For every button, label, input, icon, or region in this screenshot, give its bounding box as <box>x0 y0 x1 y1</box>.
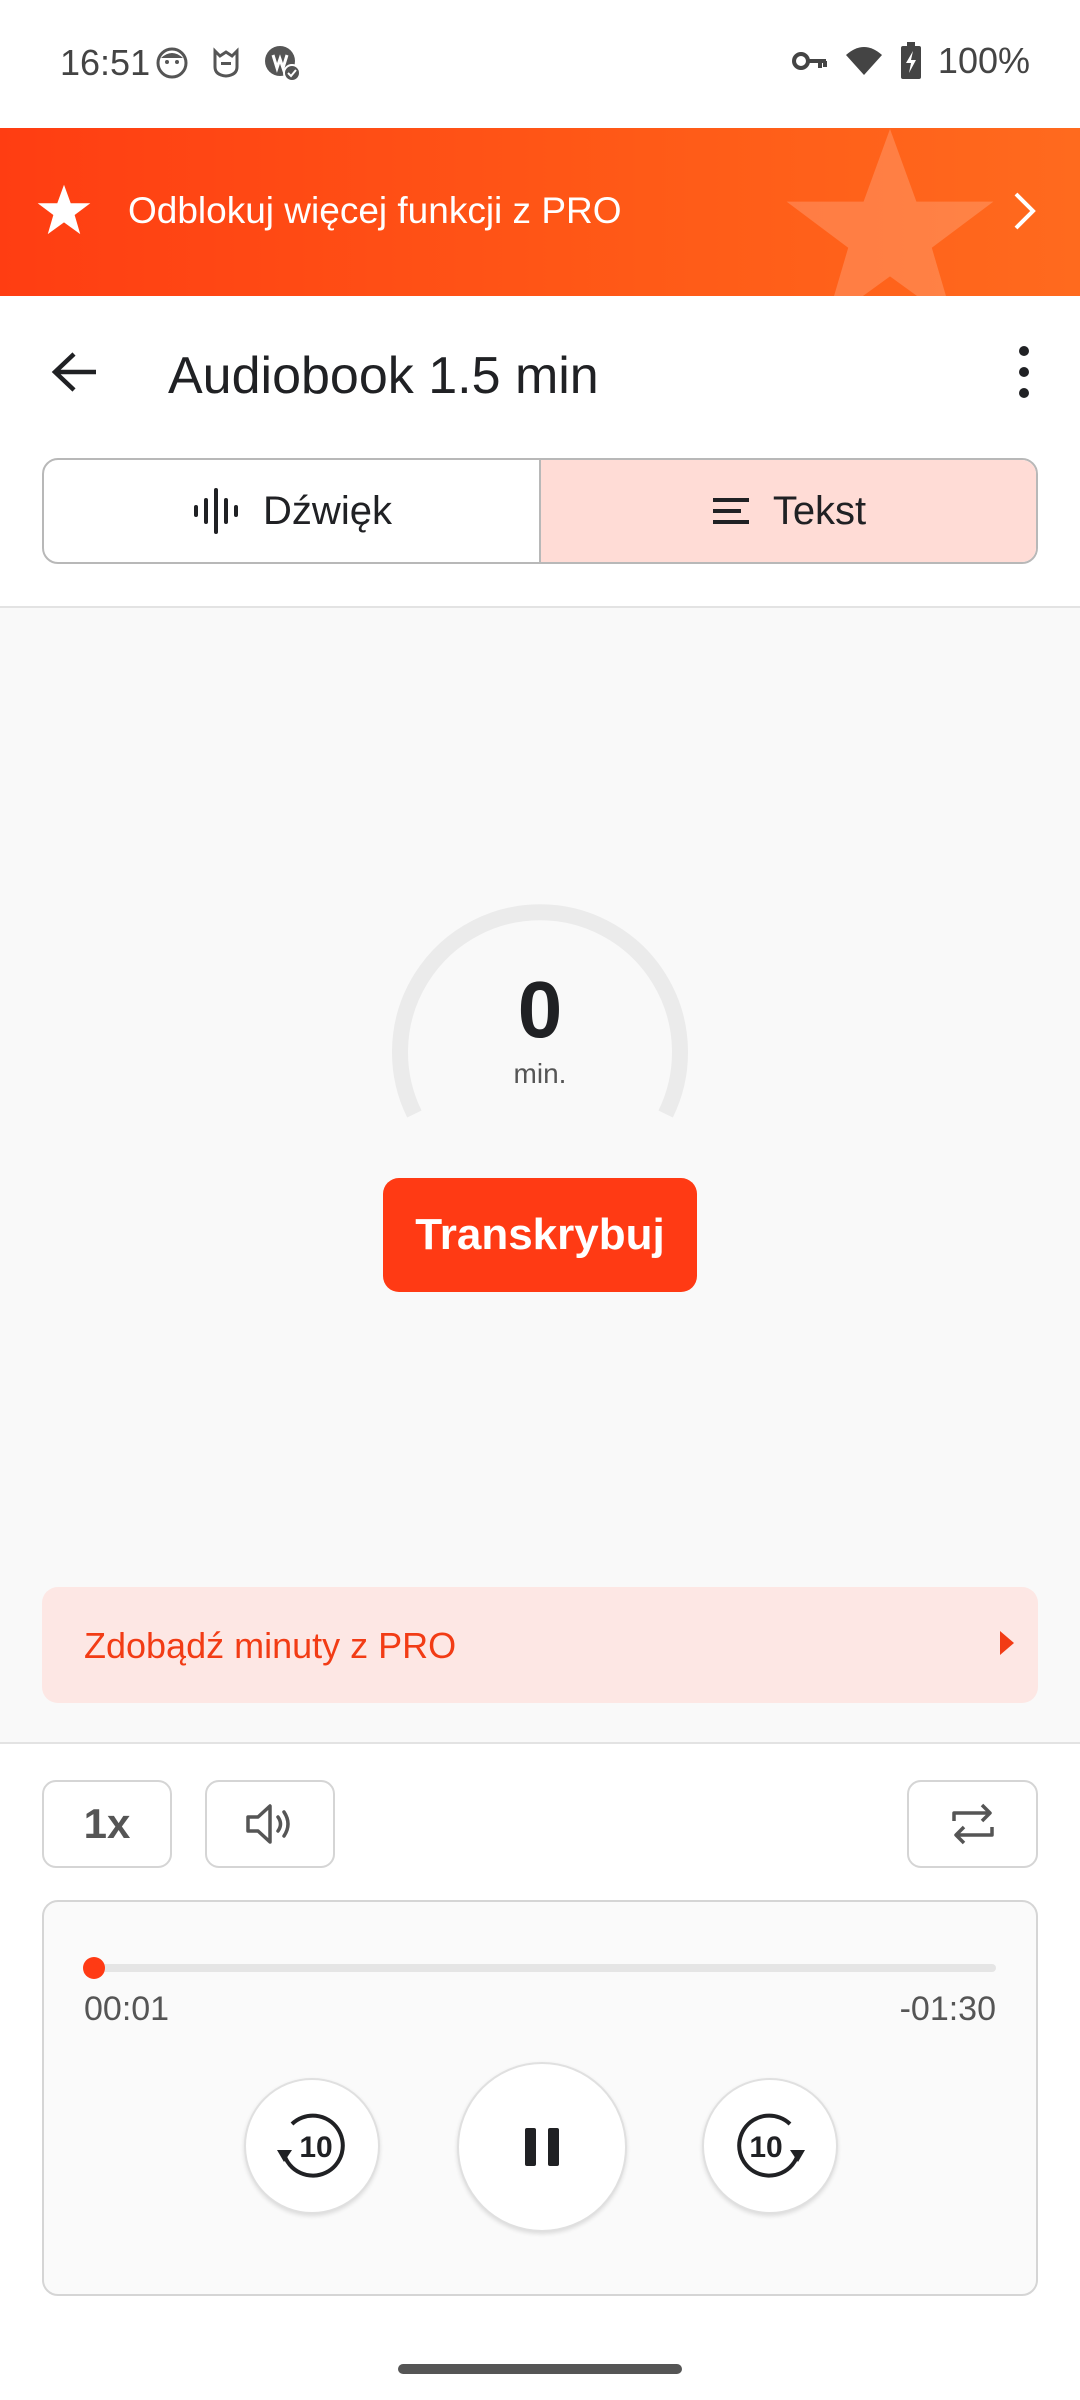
volume-button[interactable] <box>205 1780 335 1868</box>
repeat-button[interactable] <box>907 1780 1038 1868</box>
tab-text-label: Tekst <box>772 488 867 533</box>
rewind-seconds: 10 <box>299 2131 333 2164</box>
status-system-icons: 100% <box>791 40 1030 82</box>
text-lines-icon <box>712 498 749 524</box>
vpn-key-icon <box>791 52 827 70</box>
status-notification-icons <box>155 44 301 82</box>
battery-charging-icon <box>900 42 921 79</box>
time-elapsed: 00:01 <box>84 1990 170 2028</box>
pause-button[interactable] <box>457 2062 627 2232</box>
mi-icon <box>213 47 239 78</box>
repeat-icon <box>951 1803 994 1845</box>
play-arrow-icon <box>1000 1631 1014 1655</box>
waveform-icon <box>194 488 239 534</box>
get-pro-minutes-label: Zdobądź minuty z PRO <box>84 1625 457 1666</box>
time-remaining: -01:30 <box>899 1990 996 2028</box>
arrow-back-icon <box>51 352 96 392</box>
rewind-10-button[interactable]: 10 <box>244 2078 380 2214</box>
pause-icon <box>525 2128 559 2166</box>
transcribe-button[interactable]: Transkrybuj <box>383 1178 697 1292</box>
back-button[interactable] <box>40 344 108 400</box>
minutes-unit: min. <box>513 1058 567 1089</box>
face-icon <box>156 47 188 79</box>
more-vert-icon <box>1019 346 1029 356</box>
view-tabs: Dźwięk Tekst <box>42 458 1038 564</box>
chevron-right-icon <box>1014 192 1036 230</box>
divider <box>0 1742 1080 1744</box>
promo-text: Odblokuj więcej funkcji z PRO <box>128 190 622 231</box>
tab-audio[interactable]: Dźwięk <box>44 460 539 562</box>
tab-text[interactable]: Tekst <box>539 460 1036 562</box>
audio-player: 00:01 -01:30 10 10 <box>42 1900 1038 2296</box>
volume-icon <box>246 1804 290 1844</box>
playback-speed-button[interactable]: 1x <box>42 1780 172 1868</box>
status-time: 16:51 <box>60 42 151 83</box>
minutes-value: 0 <box>517 965 563 1054</box>
progress-thumb[interactable] <box>83 1957 106 1979</box>
progress-slider[interactable] <box>83 1957 996 1979</box>
more-options-button[interactable] <box>1008 344 1040 400</box>
pro-promo-banner[interactable]: Odblokuj więcej funkcji z PRO <box>0 128 1080 296</box>
status-bar: 16:51 100% <box>0 0 1080 128</box>
battery-percentage: 100% <box>937 40 1030 81</box>
get-pro-minutes-button[interactable]: Zdobądź minuty z PRO <box>42 1587 1038 1703</box>
home-indicator[interactable] <box>398 2364 682 2374</box>
background-star-icon <box>786 129 994 296</box>
forward-seconds: 10 <box>749 2131 783 2164</box>
notification-app-icon <box>265 46 301 82</box>
transcription-panel: 0 min. Transkrybuj Zdobądź minuty z PRO <box>0 608 1080 1742</box>
minutes-gauge: 0 min. <box>390 898 690 1138</box>
page-title: Audiobook 1.5 min <box>168 347 599 405</box>
star-icon <box>37 184 91 235</box>
tab-audio-label: Dźwięk <box>263 488 392 533</box>
app-header: Audiobook 1.5 min <box>0 296 1080 456</box>
forward-10-button[interactable]: 10 <box>702 2078 838 2214</box>
wifi-icon <box>845 47 882 75</box>
